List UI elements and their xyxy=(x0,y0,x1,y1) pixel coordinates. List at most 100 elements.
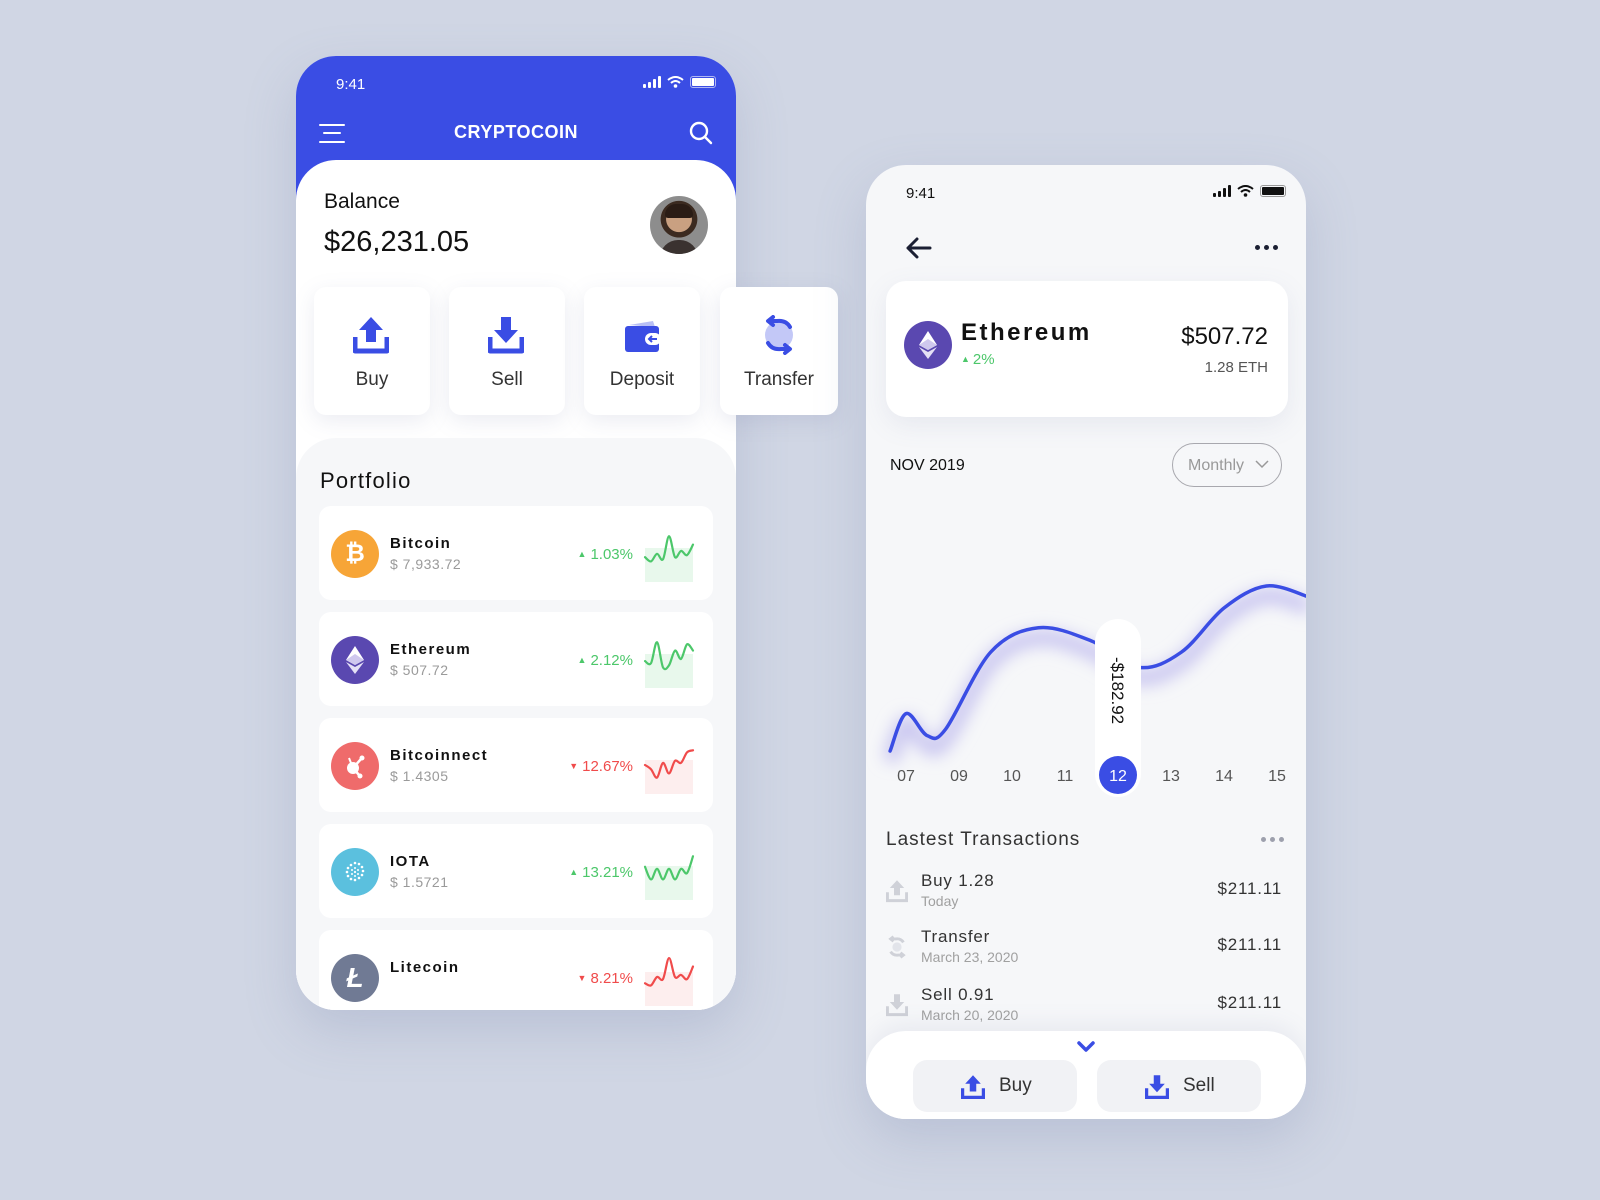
period-dropdown[interactable]: Monthly xyxy=(1172,443,1282,487)
upload-icon xyxy=(961,1075,985,1100)
coin-row-litecoin[interactable]: Ł Litecoin ▼ 8.21% xyxy=(319,930,713,1010)
coin-name: Ethereum xyxy=(390,641,472,658)
transfer-button[interactable]: Transfer xyxy=(720,287,838,415)
coin-row-bitconnect[interactable]: Bitcoinnect $ 1.4305 ▼ 12.67% xyxy=(319,718,713,812)
price-chart[interactable]: -$182.92 07 09 10 11 12 13 14 15 xyxy=(866,495,1306,805)
transfer-icon xyxy=(888,935,906,959)
upload-icon xyxy=(886,880,908,903)
coin-name: IOTA xyxy=(390,853,431,870)
coin-change-value: 1.03% xyxy=(590,546,633,563)
x-tick-label: 13 xyxy=(1162,768,1180,785)
x-tick-label: 10 xyxy=(1003,768,1021,785)
transactions-title: Lastest Transactions xyxy=(886,829,1081,850)
transaction-amount: $211.11 xyxy=(1217,879,1282,898)
transaction-amount: $211.11 xyxy=(1217,935,1282,954)
transaction-row[interactable]: Buy 1.28 Today $211.11 xyxy=(886,871,1286,921)
coin-change-value: 2.12% xyxy=(590,652,633,669)
sparkline-area xyxy=(645,866,693,900)
coin-name: Bitcoin xyxy=(390,535,452,552)
sparkline-area xyxy=(645,972,693,1006)
bottom-action-sheet: Buy Sell xyxy=(866,1031,1306,1119)
transaction-title: Sell 0.91 xyxy=(921,985,995,1004)
sell-label: Sell xyxy=(491,369,523,390)
transactions-more-icon[interactable] xyxy=(1261,837,1284,842)
buy-button[interactable]: Buy xyxy=(913,1060,1077,1112)
coin-change: ▲ 1.03% xyxy=(578,546,633,563)
wifi-icon xyxy=(667,76,684,88)
coin-row-bitcoin[interactable]: ₿ Bitcoin $ 7,933.72 ▲ 1.03% xyxy=(319,506,713,600)
sparkline xyxy=(643,749,695,794)
more-icon[interactable] xyxy=(1255,245,1278,250)
coin-change: ▲ 2.12% xyxy=(578,652,633,669)
coin-detail-screen: 9:41 Ethereum ▲ 2% $507.72 1.28 ETH NOV 2… xyxy=(866,165,1306,1119)
period-dropdown-value: Monthly xyxy=(1188,457,1245,474)
transaction-title: Transfer xyxy=(921,927,991,946)
coin-change-value: 12.67% xyxy=(582,758,633,775)
sparkline xyxy=(643,641,695,688)
ethereum-icon xyxy=(904,321,952,369)
x-tick-label: 15 xyxy=(1268,768,1286,785)
portfolio-section: Portfolio ₿ Bitcoin $ 7,933.72 ▲ 1.03% Et… xyxy=(296,438,736,1010)
transaction-title: Buy 1.28 xyxy=(921,871,995,890)
portfolio-screen: 9:41 CRYPTOCOIN Balance $26,231.05 Buy S… xyxy=(296,56,736,1010)
avatar[interactable] xyxy=(650,196,708,254)
transfer-icon xyxy=(765,315,793,355)
coin-price: $ 7,933.72 xyxy=(390,556,462,572)
app-title: CRYPTOCOIN xyxy=(453,122,578,142)
sell-button[interactable]: Sell xyxy=(1097,1060,1261,1112)
sparkline xyxy=(643,535,695,582)
x-tick-label: 12 xyxy=(1109,768,1127,785)
x-tick-label: 11 xyxy=(1057,768,1074,785)
coin-amount: 1.28 ETH xyxy=(1204,359,1268,376)
download-icon xyxy=(1145,1075,1169,1100)
upload-icon xyxy=(353,317,389,354)
sell-button[interactable]: Sell xyxy=(449,287,565,415)
bitconnect-icon xyxy=(331,742,379,790)
chevron-down-icon[interactable] xyxy=(1077,1041,1095,1053)
balance-label: Balance xyxy=(324,190,400,213)
coin-price: $ 1.5721 xyxy=(390,874,449,890)
coin-name: Ethereum xyxy=(961,319,1092,346)
ethereum-icon xyxy=(331,636,379,684)
coin-summary-card: Ethereum ▲ 2% $507.72 1.28 ETH xyxy=(886,281,1288,417)
wallet-icon xyxy=(625,321,661,352)
signal-icon xyxy=(1213,185,1231,197)
coin-row-iota[interactable]: IOTA $ 1.5721 ▲ 13.21% xyxy=(319,824,713,918)
status-bar: 9:41 xyxy=(866,165,1306,221)
deposit-label: Deposit xyxy=(609,369,675,390)
x-tick-label: 07 xyxy=(897,768,915,785)
search-icon[interactable] xyxy=(688,120,714,146)
coin-name: Litecoin xyxy=(390,959,460,976)
sparkline xyxy=(643,855,695,900)
coin-row-ethereum[interactable]: Ethereum $ 507.72 ▲ 2.12% xyxy=(319,612,713,706)
status-bar: 9:41 xyxy=(296,56,736,112)
x-tick-label: 09 xyxy=(950,768,968,785)
x-tick-label: 14 xyxy=(1215,768,1233,785)
transaction-row[interactable]: Transfer March 23, 2020 $211.11 xyxy=(886,927,1286,977)
transaction-date: March 23, 2020 xyxy=(921,949,1019,965)
back-arrow-icon[interactable] xyxy=(904,235,934,261)
buy-label: Buy xyxy=(355,369,389,390)
coin-change-value: 13.21% xyxy=(582,864,633,881)
download-icon xyxy=(886,994,908,1017)
status-time: 9:41 xyxy=(906,185,936,202)
arrow-down-icon: ▼ xyxy=(569,761,579,771)
arrow-up-icon: ▲ xyxy=(577,549,587,559)
litecoin-icon: Ł xyxy=(331,954,379,1002)
wifi-icon xyxy=(1237,185,1254,197)
deposit-button[interactable]: Deposit xyxy=(584,287,700,415)
sparkline-area xyxy=(645,760,693,794)
coin-change: ▼ 12.67% xyxy=(569,758,633,775)
top-nav: CRYPTOCOIN xyxy=(296,116,736,150)
coin-change: ▼ 8.21% xyxy=(578,970,633,987)
arrow-down-icon: ▼ xyxy=(577,973,587,983)
transaction-row[interactable]: Sell 0.91 March 20, 2020 $211.11 xyxy=(886,985,1286,1035)
coin-change: ▲ 2% xyxy=(961,351,995,368)
arrow-up-icon: ▲ xyxy=(569,867,579,877)
battery-icon xyxy=(1260,185,1286,197)
coin-price: $507.72 xyxy=(1181,323,1268,350)
portfolio-title: Portfolio xyxy=(320,468,412,493)
buy-button[interactable]: Buy xyxy=(314,287,430,415)
battery-icon xyxy=(690,76,716,88)
sparkline-area xyxy=(645,548,693,582)
